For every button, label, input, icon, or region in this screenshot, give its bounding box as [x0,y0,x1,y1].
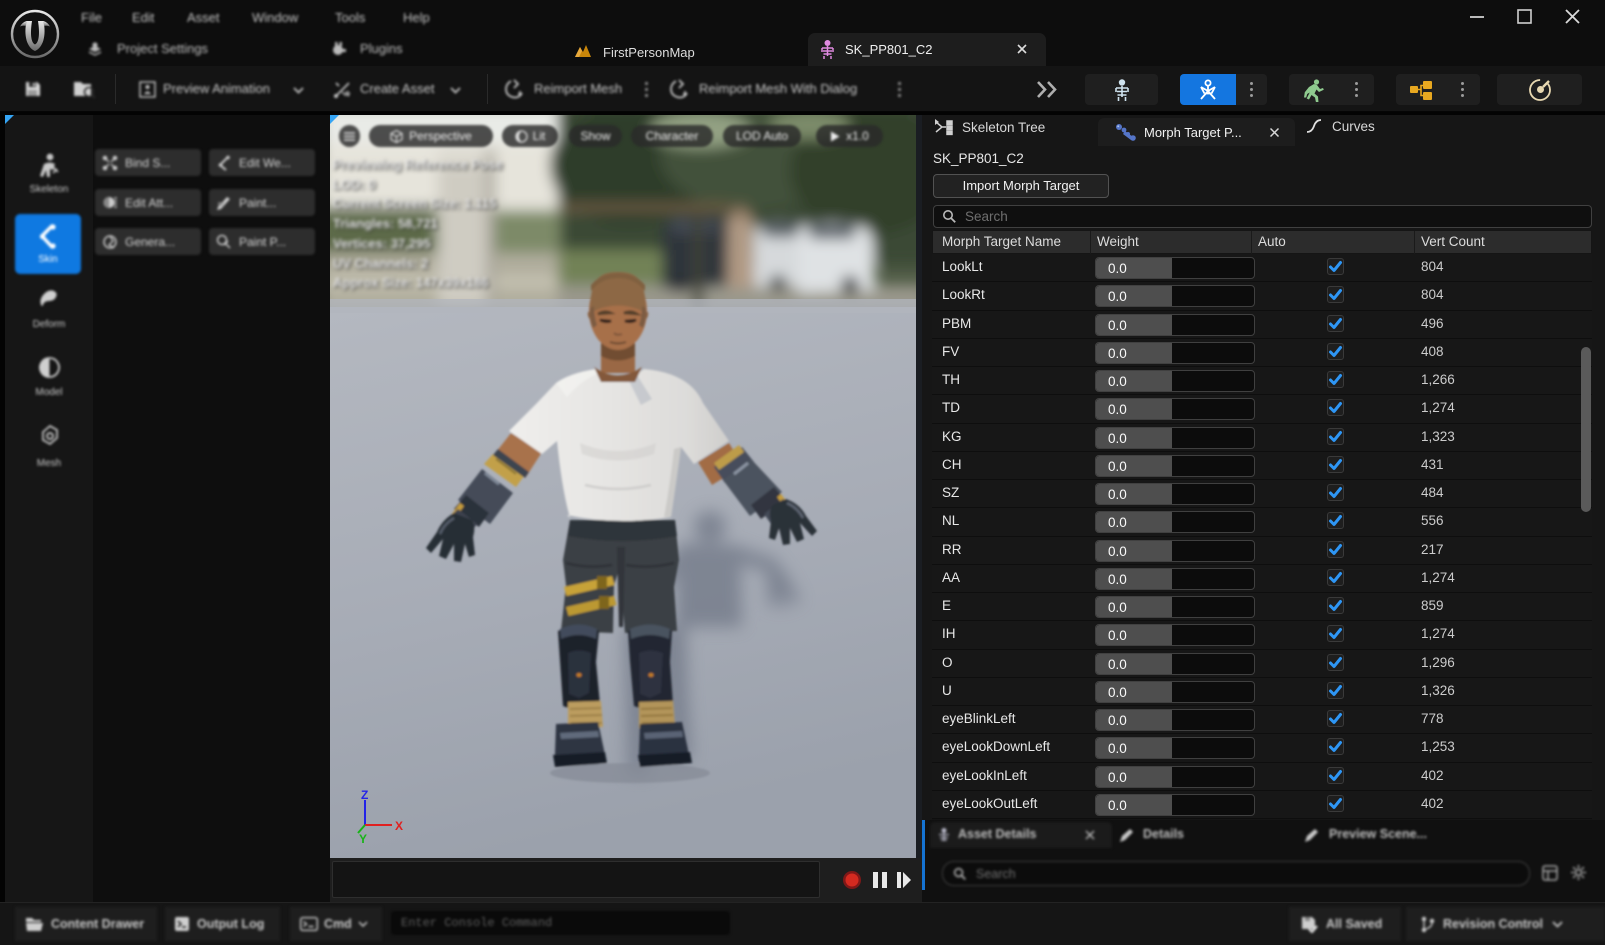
svg-text:Y: Y [359,832,367,845]
svg-text:Z: Z [361,790,368,802]
svg-text:X: X [395,819,403,833]
